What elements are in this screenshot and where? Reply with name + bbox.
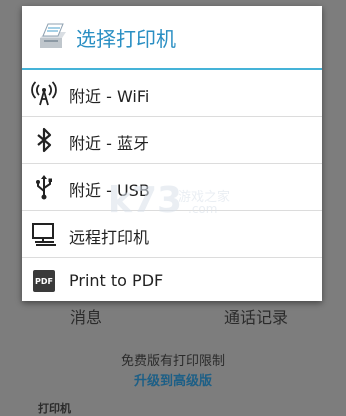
- watermark-logo: k73: [108, 180, 183, 221]
- computer-icon: [30, 220, 58, 248]
- wifi-antenna-icon: [30, 79, 58, 107]
- menu-item-label: 附近 - WiFi: [69, 87, 150, 106]
- pdf-icon-text: PDF: [33, 270, 55, 292]
- watermark-domain: .com: [188, 202, 218, 216]
- usb-icon: [30, 173, 58, 201]
- printer-icon: [36, 20, 66, 52]
- messages-button: 消息: [70, 308, 103, 327]
- menu-item-label: 附近 - 蓝牙: [69, 134, 149, 153]
- menu-item-label: Print to PDF: [69, 271, 164, 290]
- dialog-header: 选择打印机: [22, 6, 322, 70]
- upgrade-link: 升级到高级版: [133, 374, 212, 389]
- menu-item-print-to-pdf[interactable]: PDF Print to PDF: [22, 258, 322, 304]
- call-log-button: 通话记录: [224, 308, 289, 327]
- dialog-title: 选择打印机: [76, 27, 176, 51]
- background-section-label: 打印机: [38, 402, 71, 415]
- menu-item-nearby-bluetooth[interactable]: 附近 - 蓝牙: [22, 117, 322, 164]
- bluetooth-icon: [30, 126, 58, 154]
- pdf-icon: PDF: [30, 267, 58, 295]
- menu-item-nearby-wifi[interactable]: 附近 - WiFi: [22, 70, 322, 117]
- watermark: k73 游戏之家 .com: [108, 180, 268, 230]
- free-version-notice: 免费版有打印限制: [120, 354, 225, 369]
- select-printer-dialog: 选择打印机 附近 - WiFi 附近 - 蓝牙 附近 - USB 远程打印机 P…: [22, 6, 322, 301]
